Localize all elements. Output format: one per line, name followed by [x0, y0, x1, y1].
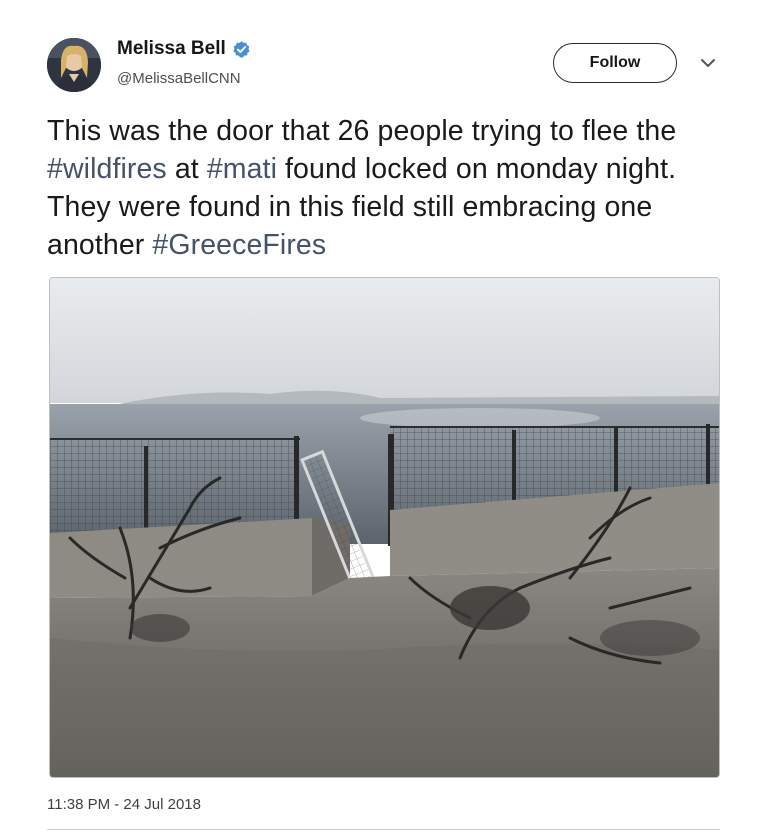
avatar[interactable] [47, 38, 101, 92]
verified-badge-icon [233, 40, 250, 57]
display-name[interactable]: Melissa Bell [117, 38, 226, 60]
user-handle[interactable]: @MelissaBellCNN [117, 70, 241, 87]
chevron-down-icon[interactable] [699, 57, 717, 69]
tweet-text-segment: at [166, 153, 207, 185]
burnt-field-photo [50, 278, 719, 777]
avatar-image [47, 38, 101, 92]
follow-button[interactable]: Follow [553, 43, 677, 83]
name-row: Melissa Bell [117, 38, 251, 60]
hashtag-link[interactable]: #GreeceFires [152, 229, 326, 261]
tweet-text-segment: This was the door that 26 people trying … [47, 115, 677, 147]
tweet-photo[interactable] [49, 277, 720, 778]
hashtag-link[interactable]: #wildfires [47, 153, 167, 185]
tweet-timestamp[interactable]: 11:38 PM - 24 Jul 2018 [47, 796, 201, 813]
divider [47, 829, 720, 830]
tweet-text: This was the door that 26 people trying … [47, 112, 727, 264]
hashtag-link[interactable]: #mati [207, 153, 277, 185]
tweet-card: Melissa Bell @MelissaBellCNN Follow This… [0, 0, 768, 834]
